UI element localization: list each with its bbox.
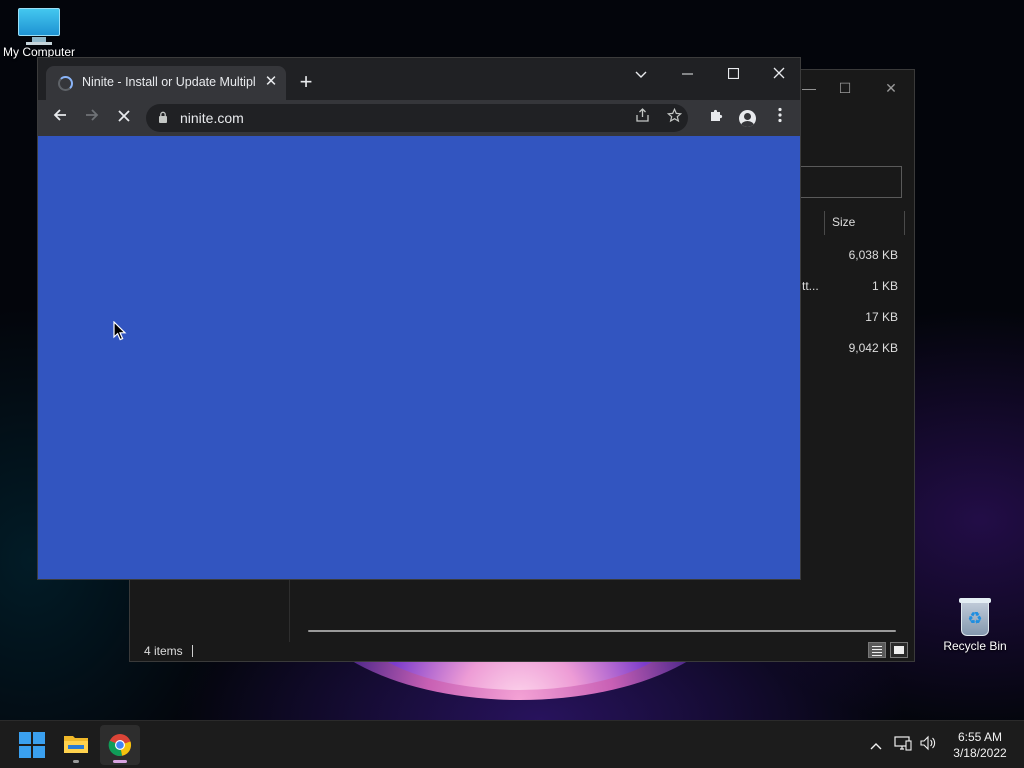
new-tab-button[interactable]: + <box>294 71 318 95</box>
minimize-button[interactable] <box>664 60 710 88</box>
minimize-icon <box>681 73 693 75</box>
active-indicator <box>113 760 127 763</box>
clock-time: 6:55 AM <box>957 730 1003 744</box>
close-button[interactable] <box>756 60 802 88</box>
loading-spinner-icon <box>58 76 73 91</box>
large-icons-view-button[interactable] <box>890 642 908 658</box>
stop-loading-button[interactable] <box>110 104 138 132</box>
navigation-pane-divider <box>289 580 290 642</box>
network-button[interactable] <box>893 735 913 755</box>
share-icon <box>635 108 649 122</box>
chrome-browser-window[interactable]: Ninite - Install or Update Multipl ✕ + n… <box>37 57 801 580</box>
column-divider[interactable] <box>904 211 905 235</box>
file-row-size[interactable]: 1 KB <box>820 279 898 293</box>
forward-button[interactable] <box>78 104 106 132</box>
more-vertical-icon <box>778 107 782 123</box>
show-hidden-icons-button[interactable] <box>866 735 886 755</box>
desktop-icon-recycle-bin[interactable]: ♻ Recycle Bin <box>940 596 1010 653</box>
arrow-right-icon <box>86 109 99 121</box>
browser-tab-ninite[interactable]: Ninite - Install or Update Multipl ✕ <box>46 66 286 100</box>
maximize-icon <box>727 67 739 80</box>
horizontal-scrollbar[interactable] <box>308 630 896 632</box>
mouse-cursor-icon <box>113 321 127 341</box>
taskbar-google-chrome[interactable] <box>100 725 140 765</box>
close-icon <box>773 67 785 79</box>
maximize-button[interactable] <box>710 60 756 88</box>
puzzle-icon <box>710 109 722 121</box>
clock-date: 3/18/2022 <box>953 746 1007 760</box>
volume-button[interactable] <box>918 735 938 755</box>
tab-title: Ninite - Install or Update Multipl <box>82 75 256 89</box>
file-row-size[interactable]: 17 KB <box>820 310 898 324</box>
folder-icon <box>64 736 88 753</box>
chevron-up-icon <box>870 743 882 750</box>
taskbar-file-explorer[interactable] <box>56 725 96 765</box>
chrome-icon <box>108 734 132 757</box>
details-view-button[interactable] <box>868 642 886 658</box>
taskbar-clock[interactable]: 6:55 AM 3/18/2022 <box>944 729 1016 761</box>
column-divider[interactable] <box>824 211 825 235</box>
url-text[interactable]: ninite.com <box>180 110 244 126</box>
back-button[interactable] <box>46 104 74 132</box>
stop-icon <box>118 110 130 122</box>
share-button[interactable] <box>632 108 652 128</box>
chrome-menu-button[interactable] <box>766 104 794 132</box>
column-header-size[interactable]: Size <box>832 215 855 229</box>
lock-icon <box>159 111 167 123</box>
file-row-name[interactable]: tt... <box>802 279 819 293</box>
browser-toolbar: ninite.com <box>38 100 800 136</box>
avatar-icon <box>739 110 756 127</box>
extensions-button[interactable] <box>702 104 730 132</box>
explorer-close-button[interactable]: ✕ <box>876 78 906 98</box>
monitor-icon <box>18 8 60 45</box>
explorer-maximize-button[interactable]: ☐ <box>830 78 860 98</box>
status-divider <box>192 645 193 657</box>
profile-button[interactable] <box>734 104 762 132</box>
speaker-icon <box>920 735 936 751</box>
recycle-bin-icon: ♻ <box>959 596 991 636</box>
star-icon <box>666 107 682 123</box>
address-bar[interactable]: ninite.com <box>146 104 688 132</box>
desktop-icon-label: Recycle Bin <box>943 639 1007 653</box>
desktop-icon-my-computer[interactable]: My Computer <box>0 8 78 59</box>
bookmark-button[interactable] <box>664 107 684 128</box>
running-indicator <box>73 760 79 763</box>
start-button[interactable] <box>12 725 52 765</box>
arrow-left-icon <box>53 109 66 121</box>
tab-close-icon[interactable]: ✕ <box>262 73 280 91</box>
file-row-size[interactable]: 9,042 KB <box>820 341 898 355</box>
file-row-size[interactable]: 6,038 KB <box>820 248 898 262</box>
windows-logo-icon <box>19 732 45 758</box>
tab-search-button[interactable] <box>618 60 664 88</box>
status-item-count: 4 items <box>144 644 183 658</box>
network-icon <box>894 736 912 751</box>
page-content-area[interactable] <box>38 136 800 579</box>
taskbar: 6:55 AM 3/18/2022 <box>0 720 1024 768</box>
chevron-down-icon <box>635 71 647 78</box>
